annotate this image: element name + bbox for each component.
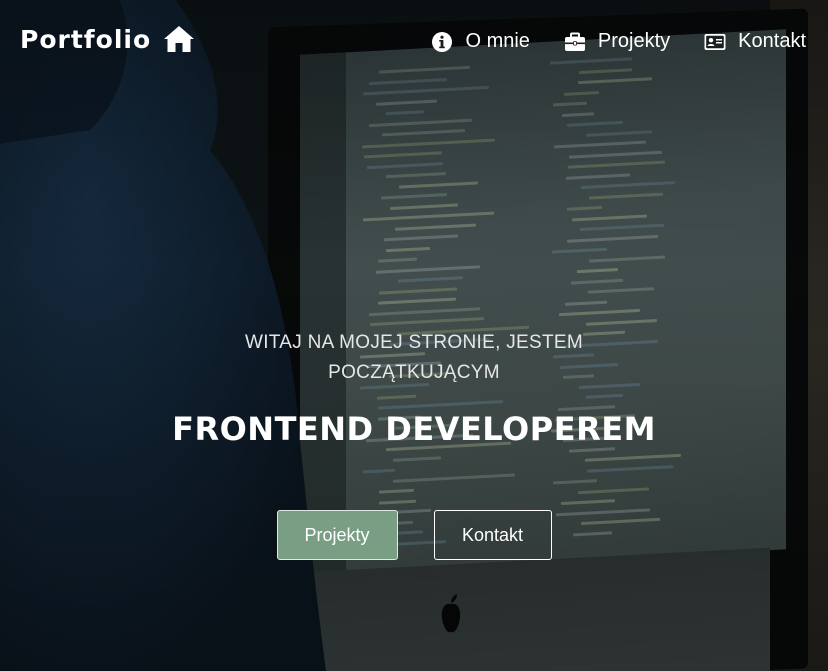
top-navbar: Portfolio O mnie Projekty Kontakt bbox=[0, 0, 828, 84]
hero-title: FRONTEND DEVELOPEREM bbox=[172, 410, 656, 448]
brand-title: Portfolio bbox=[20, 24, 152, 54]
hero-content: WITAJ NA MOJEJ STRONIE, JESTEM POCZĄTKUJ… bbox=[0, 328, 828, 448]
nav-link-contact[interactable]: Kontakt bbox=[704, 30, 806, 53]
brand-link[interactable]: Portfolio bbox=[20, 24, 195, 54]
projects-button[interactable]: Projekty bbox=[276, 510, 398, 560]
nav-links: O mnie Projekty Kontakt bbox=[431, 30, 806, 53]
address-card-icon bbox=[704, 33, 726, 50]
home-icon bbox=[164, 26, 195, 52]
info-circle-icon bbox=[432, 31, 453, 52]
nav-link-projects[interactable]: Projekty bbox=[564, 30, 670, 53]
hero-buttons: Projekty Kontakt bbox=[0, 510, 828, 560]
briefcase-icon bbox=[564, 32, 585, 51]
contact-button[interactable]: Kontakt bbox=[433, 510, 552, 560]
nav-link-about[interactable]: O mnie bbox=[431, 30, 530, 53]
nav-link-label: O mnie bbox=[465, 30, 530, 52]
hero-subtitle: WITAJ NA MOJEJ STRONIE, JESTEM POCZĄTKUJ… bbox=[244, 332, 583, 383]
nav-link-label: Projekty bbox=[597, 30, 671, 52]
hero-section: Portfolio O mnie Projekty Kontakt WITAJ … bbox=[0, 0, 828, 671]
nav-link-label: Kontakt bbox=[738, 30, 806, 52]
